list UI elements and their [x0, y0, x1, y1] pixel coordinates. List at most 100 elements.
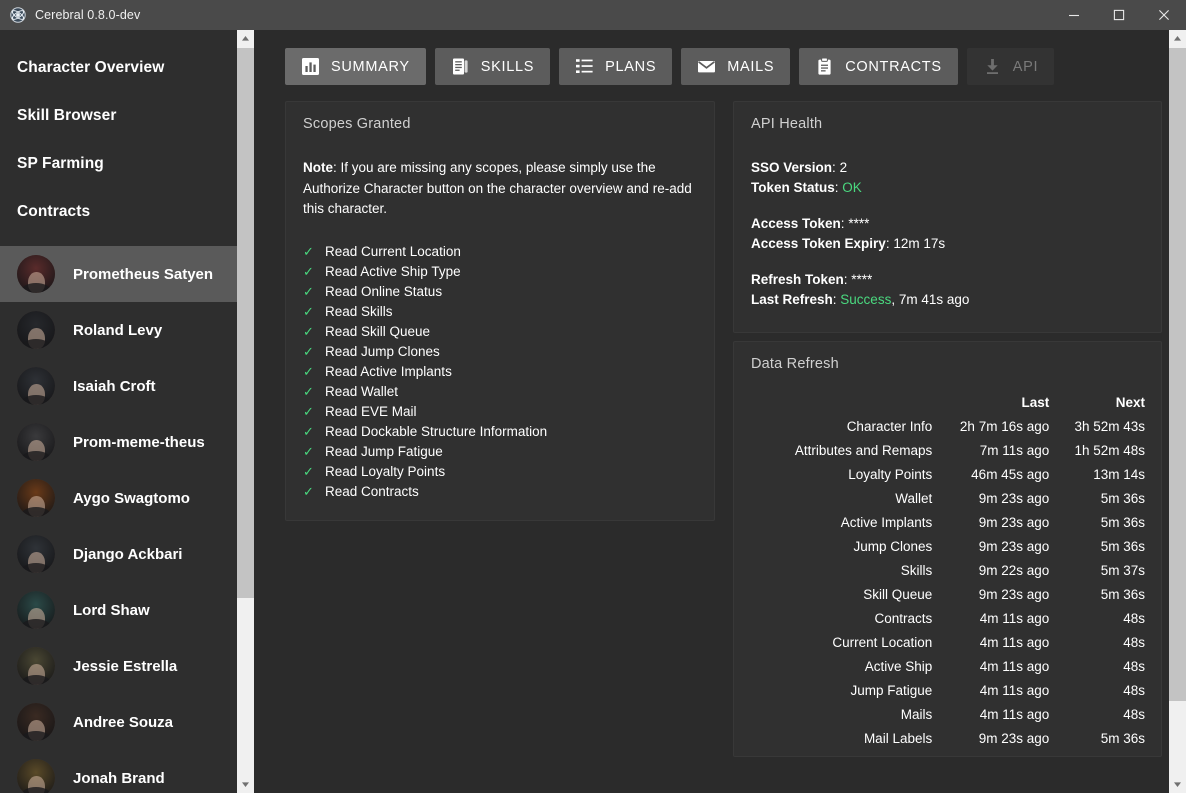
api-health-title: API Health [751, 116, 823, 132]
last-refresh-status: Success [840, 292, 892, 307]
scroll-down-icon[interactable] [1169, 776, 1186, 793]
cell-next: 5m 36s [1100, 490, 1145, 506]
tab-plans[interactable]: PLANS [559, 48, 673, 85]
tab-summary[interactable]: SUMMARY [285, 48, 426, 85]
scope-label: Read Online Status [325, 284, 443, 299]
cell-next: 5m 36s [1100, 514, 1145, 530]
character-list-item[interactable]: Roland Levy [0, 302, 254, 358]
character-name: Roland Levy [73, 321, 163, 339]
character-name: Prometheus Satyen [73, 265, 214, 283]
table-body: Character Info 2h 7m 16s ago 3h 52m 43s Att… [751, 414, 1145, 750]
scope-label: Read EVE Mail [325, 404, 417, 419]
scope-label: Read Dockable Structure Information [325, 424, 548, 439]
character-list-item[interactable]: Lord Shaw [0, 582, 254, 638]
character-list-item[interactable]: Isaiah Croft [0, 358, 254, 414]
character-list-item[interactable]: Andree Souza [0, 694, 254, 750]
cell-next: 5m 36s [1100, 538, 1145, 554]
scope-item: ✓ Read Active Ship Type [303, 262, 698, 282]
table-row: Jump Fatigue 4m 11s ago 48s [751, 678, 1145, 702]
scope-label: Read Jump Fatigue [325, 444, 443, 459]
character-list-item[interactable]: Jonah Brand [0, 750, 254, 793]
check-icon: ✓ [303, 344, 314, 359]
scope-label: Read Jump Clones [325, 344, 440, 359]
cell-last: 9m 23s ago [978, 490, 1050, 506]
character-name: Django Ackbari [73, 545, 183, 563]
access-token-value: **** [848, 216, 870, 231]
cell-next: 5m 37s [1100, 562, 1145, 578]
content-scrollbar[interactable] [1169, 30, 1186, 793]
sidebar-item-sp-farming[interactable]: SP Farming [0, 140, 254, 188]
scope-item: ✓ Read Skills [303, 302, 698, 322]
table-row: Character Info 2h 7m 16s ago 3h 52m 43s [751, 414, 1145, 438]
tab-label: MAILS [727, 58, 775, 75]
close-button[interactable] [1141, 0, 1186, 30]
bar-chart-icon [301, 57, 320, 76]
content-scroll-thumb[interactable] [1169, 48, 1186, 701]
scroll-down-icon[interactable] [237, 776, 254, 793]
cell-last: 4m 11s ago [979, 658, 1050, 674]
window-title: Cerebral 0.8.0-dev [35, 8, 141, 22]
sidebar-scrollbar[interactable] [237, 30, 254, 793]
scope-item: ✓ Read Skill Queue [303, 322, 698, 342]
cell-last: 46m 45s ago [971, 466, 1050, 482]
scope-item: ✓ Read Jump Fatigue [303, 442, 698, 462]
tab-api: API [966, 48, 1055, 85]
check-icon: ✓ [303, 324, 314, 339]
token-status-value: OK [842, 180, 862, 195]
cell-name: Wallet [895, 490, 933, 506]
minimize-button[interactable] [1051, 0, 1096, 30]
column-header: Next [1115, 394, 1145, 410]
sidebar-scroll-thumb[interactable] [237, 48, 254, 598]
cell-name: Jump Clones [853, 538, 933, 554]
scopes-note: Note: If you are missing any scopes, ple… [303, 158, 698, 220]
scope-item: ✓ Read Online Status [303, 282, 698, 302]
tab-mails[interactable]: MAILS [681, 48, 791, 85]
character-name: Isaiah Croft [73, 377, 156, 395]
table-row: Mail Labels 9m 23s ago 5m 36s [751, 726, 1145, 750]
cell-name: Character Info [846, 418, 933, 434]
sidebar-item-contracts[interactable]: Contracts [0, 188, 254, 236]
cell-name: Loyalty Points [848, 466, 933, 482]
cell-next: 48s [1123, 658, 1145, 674]
tab-label: SUMMARY [331, 58, 410, 75]
scopes-column: Scopes Granted Note: If you are missing … [285, 101, 715, 521]
cell-last: 7m 11s ago [979, 442, 1050, 458]
content-area: SUMMARY SKILLS PLANS MAILS CONTRACTS API Scop… [254, 30, 1186, 793]
atom-icon [10, 7, 26, 23]
check-icon: ✓ [303, 464, 314, 479]
sidebar-nav: Character Overview Skill Browser SP Farmin… [0, 30, 254, 246]
scroll-up-icon[interactable] [237, 30, 254, 47]
check-icon: ✓ [303, 404, 314, 419]
check-icon: ✓ [303, 304, 314, 319]
api-health-card: API Health SSO Version: 2 Token Status: … [733, 101, 1162, 333]
character-list-item[interactable]: Django Ackbari [0, 526, 254, 582]
avatar [17, 367, 55, 405]
cards-row: Scopes Granted Note: If you are missing … [285, 101, 1170, 757]
avatar [17, 311, 55, 349]
cell-next: 48s [1123, 682, 1145, 698]
sidebar-item-character-overview[interactable]: Character Overview [0, 44, 254, 92]
character-list-item[interactable]: Prometheus Satyen [0, 246, 254, 302]
column-header [751, 390, 932, 414]
character-list-item[interactable]: Aygo Swagtomo [0, 470, 254, 526]
cell-next: 1h 52m 48s [1074, 442, 1145, 458]
cell-name: Jump Fatigue [850, 682, 933, 698]
tab-contracts[interactable]: CONTRACTS [799, 48, 958, 85]
list-icon [575, 57, 594, 76]
character-list-item[interactable]: Prom-meme-theus [0, 414, 254, 470]
cell-name: Active Implants [840, 514, 933, 530]
maximize-button[interactable] [1096, 0, 1141, 30]
sidebar-item-skill-browser[interactable]: Skill Browser [0, 92, 254, 140]
sidebar-item-label: Skill Browser [17, 107, 117, 124]
character-list-item[interactable]: Jessie Estrella [0, 638, 254, 694]
access-expiry-value: 12m 17s [893, 236, 946, 251]
cell-last: 9m 22s ago [978, 562, 1050, 578]
tab-skills[interactable]: SKILLS [434, 48, 551, 85]
cell-last: 4m 11s ago [979, 682, 1050, 698]
table-row: Loyalty Points 46m 45s ago 13m 14s [751, 462, 1145, 486]
scope-item: ✓ Read EVE Mail [303, 402, 698, 422]
scroll-up-icon[interactable] [1169, 30, 1186, 47]
sidebar-item-label: Character Overview [17, 59, 165, 76]
cell-last: 4m 11s ago [979, 706, 1050, 722]
